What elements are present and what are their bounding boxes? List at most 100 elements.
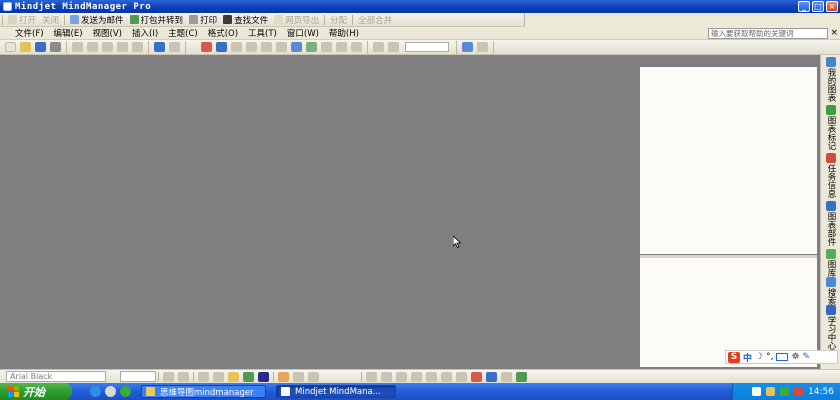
topic-shape-icon[interactable] — [278, 371, 289, 382]
menu-file[interactable]: 文件(F) — [10, 27, 49, 39]
zoom-combo[interactable] — [405, 42, 449, 52]
save-icon[interactable] — [35, 42, 46, 52]
taskbar-item-mindmanager[interactable]: Mindjet MindMana... — [276, 385, 396, 398]
notes-icon[interactable] — [291, 42, 302, 52]
pack-and-go-button[interactable]: 打包并转到 — [127, 14, 187, 26]
theme-icon[interactable] — [516, 371, 527, 382]
line-style-icon[interactable] — [441, 371, 452, 382]
tab-my-maps[interactable]: 我的图表 — [822, 57, 840, 102]
web-export-button[interactable]: 网页导出 — [271, 14, 322, 26]
network-icon[interactable] — [752, 387, 762, 396]
connector-icon[interactable] — [308, 371, 319, 382]
taskbar-item-folder[interactable]: 思维导图mindmanager — [141, 385, 266, 398]
format-painter-icon[interactable] — [117, 42, 128, 52]
skin-icon[interactable]: ☸ — [791, 352, 799, 362]
task-pane-top[interactable] — [640, 67, 817, 254]
menu-edit[interactable]: 编辑(E) — [49, 27, 88, 39]
font-size-select[interactable] — [120, 371, 156, 382]
paste-icon[interactable] — [102, 42, 113, 52]
assign-button[interactable]: 分配 — [327, 14, 350, 26]
tab-library[interactable]: 图库 — [822, 249, 840, 277]
zoom-out-icon[interactable] — [388, 42, 399, 52]
line-color-icon[interactable] — [228, 371, 239, 382]
balance-map-icon[interactable] — [477, 42, 488, 52]
image-icon[interactable] — [306, 42, 317, 52]
ime-punctuation[interactable]: °, — [766, 352, 773, 362]
fill-color-icon[interactable] — [243, 371, 254, 382]
close-doc-button[interactable]: 关闭 — [39, 14, 62, 26]
find-files-button[interactable]: 查找文件 — [220, 14, 271, 26]
subtopic-icon[interactable] — [261, 42, 272, 52]
align-topics-icon[interactable] — [396, 371, 407, 382]
print-icon[interactable] — [50, 42, 61, 52]
maximize-button[interactable]: □ — [812, 1, 824, 12]
desktop-icon[interactable] — [105, 386, 116, 397]
distribute-icon[interactable] — [411, 371, 422, 382]
new-map-icon[interactable] — [5, 42, 16, 52]
hyperlink-icon[interactable] — [336, 42, 347, 52]
tab-map-parts[interactable]: 图表部件 — [822, 201, 840, 246]
align-icon[interactable] — [198, 371, 209, 382]
moon-icon[interactable]: ☽ — [755, 352, 763, 362]
font-color-icon[interactable] — [258, 371, 269, 382]
menu-topic[interactable]: 主题(C) — [163, 27, 203, 39]
minimize-button[interactable]: _ — [798, 1, 810, 12]
more-format-icon[interactable] — [501, 371, 512, 382]
menu-window[interactable]: 窗口(W) — [282, 27, 324, 39]
start-button[interactable]: 开始 — [0, 383, 72, 400]
spacing-icon[interactable] — [426, 371, 437, 382]
insert-topic-icon[interactable] — [201, 42, 212, 52]
media-icon[interactable] — [120, 386, 131, 397]
ie-icon[interactable] — [90, 386, 101, 397]
ime-toolbar[interactable]: S 中 ☽ °, ☸ ✎ — [725, 350, 838, 364]
callout-icon[interactable] — [231, 42, 242, 52]
italic-icon[interactable] — [178, 371, 189, 382]
tray-app-icon[interactable] — [794, 387, 804, 396]
topic-size-icon[interactable] — [293, 371, 304, 382]
tab-map-markers[interactable]: 图表标记 — [822, 105, 840, 150]
help-close-icon[interactable]: × — [830, 28, 838, 38]
align-right-icon[interactable] — [213, 371, 224, 382]
font-family-select[interactable]: Arial Black — [6, 371, 106, 382]
menu-tools[interactable]: 工具(T) — [243, 27, 282, 39]
tab-learning-center[interactable]: 学习中心 — [822, 305, 840, 350]
tab-task-info[interactable]: 任务信息 — [822, 153, 840, 198]
keyboard-icon[interactable] — [776, 353, 789, 361]
send-as-mail-button[interactable]: 发送为邮件 — [67, 14, 127, 26]
menu-view[interactable]: 视图(V) — [88, 27, 127, 39]
clock[interactable]: 14:56 — [808, 387, 834, 397]
arrow-icon[interactable] — [486, 371, 497, 382]
undo-icon[interactable] — [154, 42, 165, 52]
print-button[interactable]: 打印 — [186, 14, 220, 26]
tools-icon[interactable]: ✎ — [803, 352, 811, 362]
layout-icon[interactable] — [366, 371, 377, 382]
volume-icon[interactable] — [766, 387, 776, 396]
line-width-icon[interactable] — [456, 371, 467, 382]
merge-all-button[interactable]: 全部合并 — [355, 14, 395, 26]
menu-insert[interactable]: 插入(I) — [127, 27, 163, 39]
delete-icon[interactable] — [132, 42, 143, 52]
expand-icon[interactable] — [351, 42, 362, 52]
floating-topic-icon[interactable] — [276, 42, 287, 52]
open-folder-icon[interactable] — [20, 42, 31, 52]
attachment-icon[interactable] — [321, 42, 332, 52]
growth-direction-icon[interactable] — [381, 371, 392, 382]
sogou-logo-icon[interactable]: S — [728, 351, 740, 363]
menu-help[interactable]: 帮助(H) — [324, 27, 364, 39]
close-button[interactable]: × — [826, 1, 838, 12]
ime-mode[interactable]: 中 — [743, 351, 752, 364]
fit-map-icon[interactable] — [462, 42, 473, 52]
relationship-icon[interactable] — [216, 42, 227, 52]
menu-format[interactable]: 格式(O) — [203, 27, 243, 39]
highlight-icon[interactable] — [471, 371, 482, 382]
boundary-icon[interactable] — [246, 42, 257, 52]
zoom-in-icon[interactable] — [373, 42, 384, 52]
title-bar[interactable]: Mindjet MindManager Pro _ □ × — [0, 0, 840, 13]
toolbar-grip[interactable] — [2, 14, 3, 25]
cut-icon[interactable] — [72, 42, 83, 52]
open-button[interactable]: 打开 — [5, 14, 39, 26]
tab-search[interactable]: 搜索 — [822, 277, 840, 305]
bold-icon[interactable] — [163, 371, 174, 382]
help-search-input[interactable]: 输入要获取帮助的关键词 — [708, 28, 828, 39]
copy-icon[interactable] — [87, 42, 98, 52]
